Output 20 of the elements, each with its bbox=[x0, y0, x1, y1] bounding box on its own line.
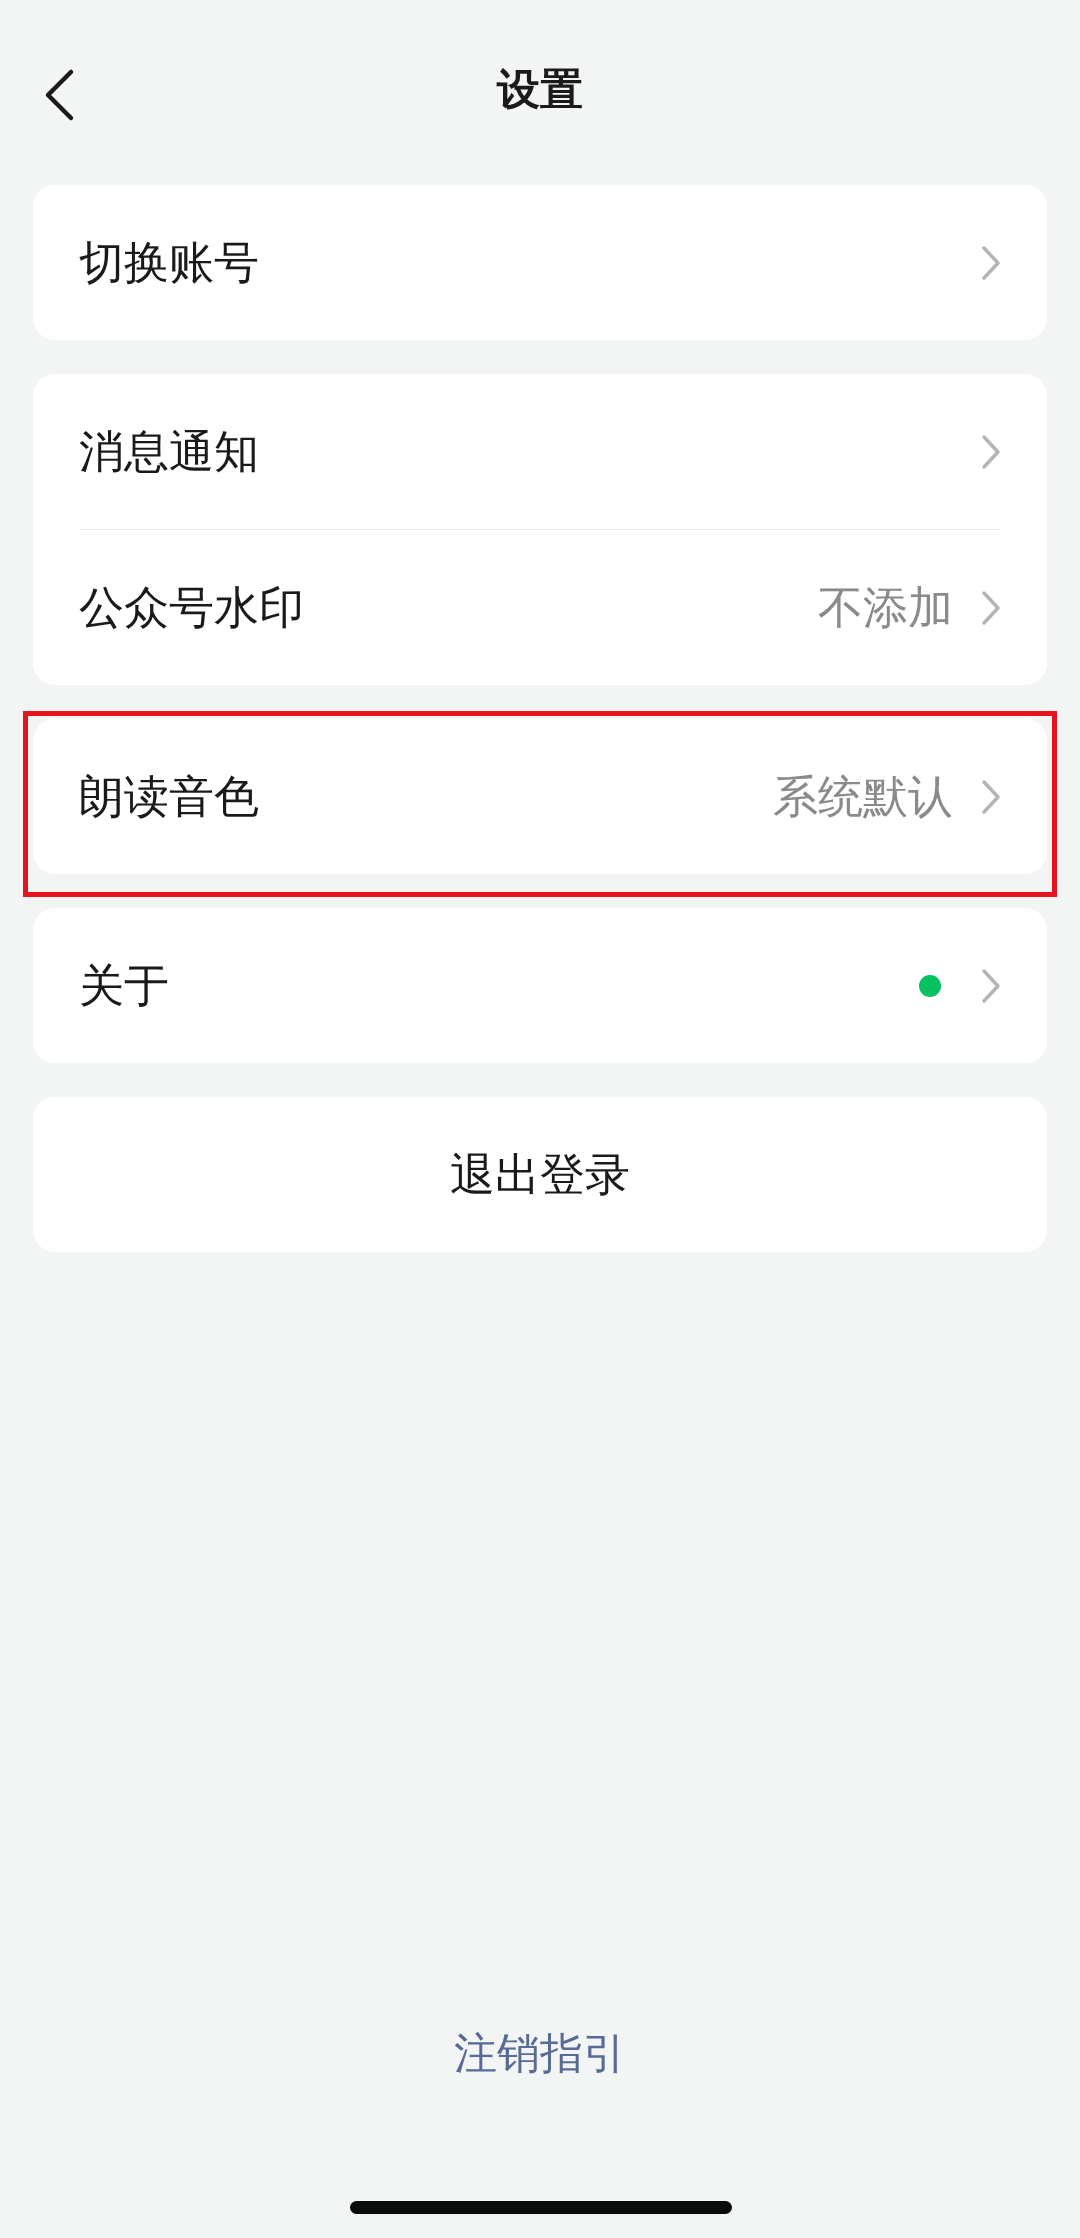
logout-button[interactable]: 退出登录 bbox=[33, 1097, 1047, 1252]
settings-item[interactable]: 消息通知 bbox=[33, 374, 1047, 529]
chevron-right-icon bbox=[981, 778, 1001, 815]
item-label: 朗读音色 bbox=[79, 768, 260, 825]
item-label: 消息通知 bbox=[79, 423, 260, 480]
settings-item[interactable]: 公众号水印 不添加 bbox=[33, 530, 1047, 685]
item-label: 关于 bbox=[79, 957, 170, 1014]
chevron-right-icon bbox=[981, 967, 1001, 1004]
settings-item[interactable]: 朗读音色 系统默认 bbox=[33, 719, 1047, 874]
page-title: 设置 bbox=[497, 63, 583, 116]
item-label: 切换账号 bbox=[79, 234, 260, 291]
settings-item[interactable]: 关于 bbox=[33, 908, 1047, 1063]
item-value: 不添加 bbox=[818, 579, 953, 636]
chevron-right-icon bbox=[981, 589, 1001, 626]
item-value: 系统默认 bbox=[773, 768, 953, 825]
settings-item[interactable]: 切换账号 bbox=[33, 185, 1047, 340]
deregister-link[interactable]: 注销指引 bbox=[454, 2025, 626, 2083]
chevron-right-icon bbox=[981, 433, 1001, 470]
chevron-right-icon bbox=[981, 244, 1001, 281]
item-label: 公众号水印 bbox=[79, 579, 305, 636]
